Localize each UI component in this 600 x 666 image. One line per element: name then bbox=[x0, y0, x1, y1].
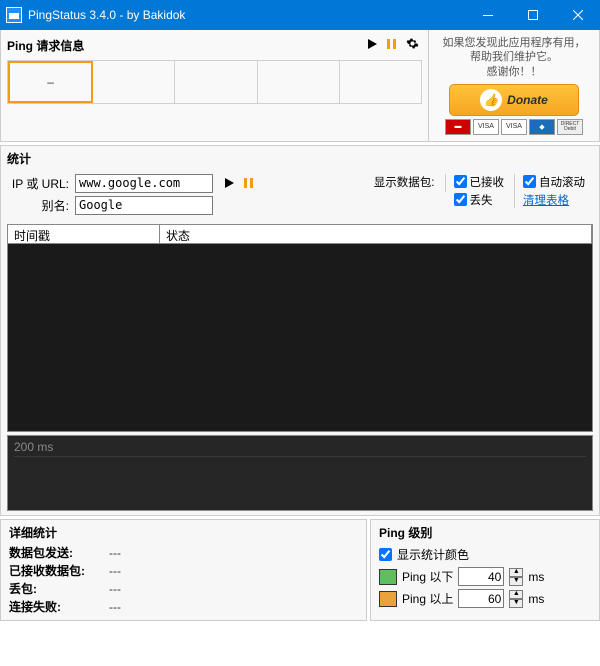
detail-received-value: --- bbox=[109, 564, 121, 578]
graph-scale-label: 200 ms bbox=[14, 440, 53, 454]
ping-level-title: Ping 级别 bbox=[379, 524, 591, 544]
col-status[interactable]: 状态 bbox=[160, 225, 592, 243]
show-packets-label: 显示数据包: bbox=[374, 174, 435, 190]
ping-request-panel: Ping 请求信息 – bbox=[1, 30, 429, 141]
ip-url-input[interactable] bbox=[75, 174, 213, 193]
settings-icon[interactable] bbox=[402, 37, 422, 53]
detail-failed-label: 连接失败: bbox=[9, 598, 109, 615]
col-timestamp[interactable]: 时间戳 bbox=[8, 225, 160, 243]
show-color-checkbox[interactable] bbox=[379, 548, 392, 561]
card-directdebit: DIRECTDebit bbox=[557, 119, 583, 135]
detail-sent-value: --- bbox=[109, 546, 121, 560]
play-all-icon[interactable] bbox=[362, 38, 382, 53]
above-unit: ms bbox=[528, 592, 544, 606]
detail-lost-label: 丢包: bbox=[9, 580, 109, 597]
ping-request-label: Ping 请求信息 bbox=[7, 37, 362, 54]
above-spin-down[interactable]: ▼ bbox=[509, 599, 523, 608]
ping-slot-1[interactable]: – bbox=[8, 61, 93, 103]
window-title: PingStatus 3.4.0 - by Bakidok bbox=[28, 8, 465, 22]
autoscroll-label: 自动滚动 bbox=[539, 174, 585, 190]
clear-table-link[interactable]: 清理表格 bbox=[523, 192, 569, 208]
card-amex: ◆ bbox=[529, 119, 555, 135]
thumbs-up-icon: 👍 bbox=[480, 89, 502, 111]
below-spin-down[interactable]: ▼ bbox=[509, 577, 523, 586]
results-table-body[interactable] bbox=[7, 244, 593, 432]
stats-title: 统计 bbox=[7, 150, 593, 168]
detail-received-label: 已接收数据包: bbox=[9, 562, 109, 579]
above-spin-up[interactable]: ▲ bbox=[509, 590, 523, 599]
ping-slot-4[interactable] bbox=[258, 61, 340, 103]
detail-sent-label: 数据包发送: bbox=[9, 544, 109, 561]
below-unit: ms bbox=[528, 570, 544, 584]
ping-below-input[interactable] bbox=[458, 567, 504, 586]
ping-above-input[interactable] bbox=[458, 589, 504, 608]
alias-label: 别名: bbox=[11, 197, 75, 214]
detail-stats-panel: 详细统计 数据包发送:--- 已接收数据包:--- 丢包:--- 连接失败:--… bbox=[0, 519, 367, 621]
orange-swatch[interactable] bbox=[379, 591, 397, 607]
ip-url-label: IP 或 URL: bbox=[11, 175, 75, 192]
start-ping-icon[interactable] bbox=[221, 175, 237, 191]
donate-panel: 如果您发现此应用程序有用， 帮助我们维护它。 感谢你！！ 👍 Donate ▬ … bbox=[429, 30, 599, 141]
donate-message-2: 帮助我们维护它。 bbox=[435, 50, 593, 64]
ping-slot-grid: – bbox=[7, 60, 422, 104]
detail-stats-title: 详细统计 bbox=[9, 524, 358, 544]
stats-section: 统计 IP 或 URL: 别名: 显示数据包: 已接收 丢失 自动滚动 清理表格 bbox=[0, 145, 600, 516]
green-swatch[interactable] bbox=[379, 569, 397, 585]
detail-lost-value: --- bbox=[109, 582, 121, 596]
card-visa-2: VISA bbox=[501, 119, 527, 135]
latency-graph: 200 ms bbox=[7, 435, 593, 511]
input-column: IP 或 URL: 别名: bbox=[11, 174, 213, 218]
card-mastercard: ▬ bbox=[445, 119, 471, 135]
card-visa-1: VISA bbox=[473, 119, 499, 135]
donate-button-label: Donate bbox=[507, 93, 548, 107]
ping-slot-3[interactable] bbox=[175, 61, 257, 103]
pause-ping-icon[interactable] bbox=[241, 175, 257, 191]
detail-failed-value: --- bbox=[109, 600, 121, 614]
maximize-button[interactable] bbox=[510, 0, 555, 30]
minimize-button[interactable] bbox=[465, 0, 510, 30]
received-checkbox[interactable] bbox=[454, 175, 467, 188]
ping-below-label: Ping 以下 bbox=[402, 568, 453, 585]
ping-above-label: Ping 以上 bbox=[402, 590, 453, 607]
ping-level-panel: Ping 级别 显示统计颜色 Ping 以下 ▲▼ ms Ping 以上 ▲▼ … bbox=[370, 519, 600, 621]
ping-slot-2[interactable] bbox=[93, 61, 175, 103]
below-spin-up[interactable]: ▲ bbox=[509, 568, 523, 577]
lost-checkbox[interactable] bbox=[454, 193, 467, 206]
payment-cards: ▬ VISA VISA ◆ DIRECTDebit bbox=[435, 119, 593, 135]
donate-message-1: 如果您发现此应用程序有用， bbox=[435, 36, 593, 50]
close-button[interactable] bbox=[555, 0, 600, 30]
app-icon bbox=[6, 7, 22, 23]
show-color-label: 显示统计颜色 bbox=[397, 546, 469, 563]
donate-button[interactable]: 👍 Donate bbox=[449, 84, 579, 116]
donate-message-3: 感谢你！！ bbox=[435, 65, 593, 79]
results-table: 时间戳 状态 bbox=[7, 224, 593, 432]
ping-slot-5[interactable] bbox=[340, 61, 421, 103]
titlebar: PingStatus 3.4.0 - by Bakidok bbox=[0, 0, 600, 30]
received-label: 已接收 bbox=[470, 174, 505, 190]
lost-label: 丢失 bbox=[470, 192, 493, 208]
pause-all-icon[interactable] bbox=[382, 38, 402, 53]
alias-input[interactable] bbox=[75, 196, 213, 215]
autoscroll-checkbox[interactable] bbox=[523, 175, 536, 188]
